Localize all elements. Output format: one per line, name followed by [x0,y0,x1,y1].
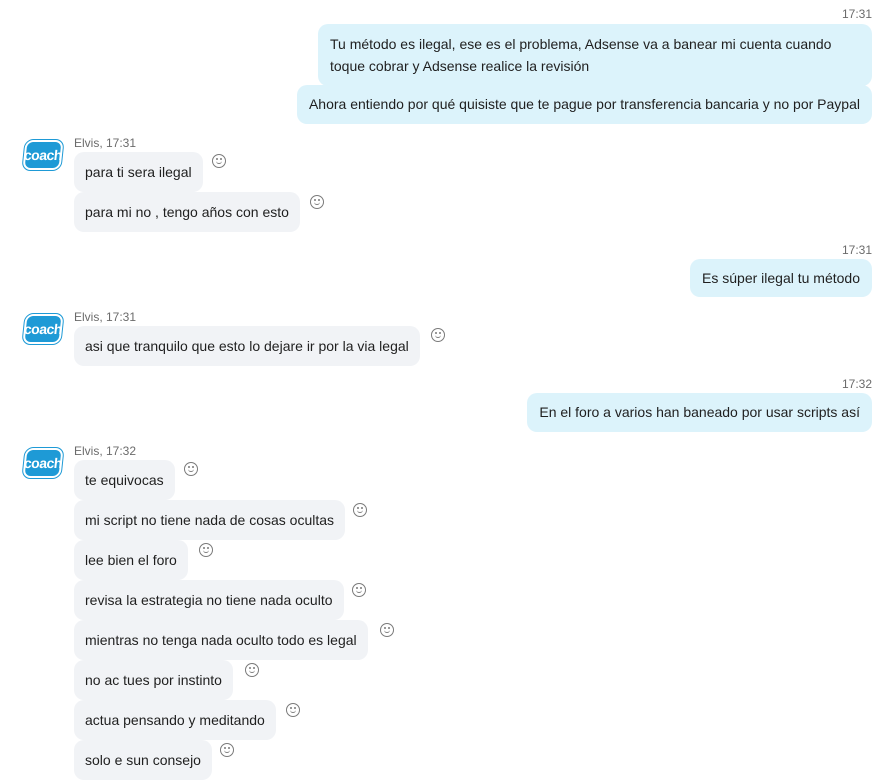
incoming-message[interactable]: actua pensando y meditando [74,700,276,740]
smiley-reaction-icon[interactable] [245,663,259,677]
outgoing-message[interactable]: En el foro a varios han baneado por usar… [527,393,872,432]
incoming-message[interactable]: para mi no , tengo años con esto [74,192,300,232]
smiley-reaction-icon[interactable] [184,462,198,476]
smiley-reaction-icon[interactable] [310,195,324,209]
incoming-message[interactable]: revisa la estrategia no tiene nada ocult… [74,580,344,620]
smiley-reaction-icon[interactable] [431,328,445,342]
timestamp: 17:31 [841,243,872,257]
timestamp: 17:32 [841,377,872,391]
coach-logo-icon[interactable]: coach [22,448,64,478]
sender-label: Elvis, 17:31 [74,136,137,150]
smiley-reaction-icon[interactable] [353,503,367,517]
coach-logo-icon[interactable]: coach [22,314,64,344]
smiley-reaction-icon[interactable] [286,703,300,717]
smiley-reaction-icon[interactable] [199,543,213,557]
sender-label: Elvis, 17:32 [74,444,137,458]
incoming-message[interactable]: asi que tranquilo que esto lo dejare ir … [74,326,420,366]
incoming-message[interactable]: mi script no tiene nada de cosas ocultas [74,500,346,540]
smiley-reaction-icon[interactable] [352,583,366,597]
timestamp: 17:31 [841,7,872,21]
smiley-reaction-icon[interactable] [212,154,226,168]
outgoing-message[interactable]: Es súper ilegal tu método [690,259,872,297]
coach-logo-icon[interactable]: coach [22,140,64,170]
outgoing-message[interactable]: Tu método es ilegal, ese es el problema,… [318,24,872,86]
incoming-message[interactable]: te equivocas [74,460,175,500]
incoming-message[interactable]: lee bien el foro [74,540,188,580]
incoming-message[interactable]: solo e sun consejo [74,740,212,780]
incoming-message[interactable]: no ac tues por instinto [74,660,233,700]
sender-label: Elvis, 17:31 [74,310,137,324]
incoming-message[interactable]: mientras no tenga nada oculto todo es le… [74,620,368,660]
smiley-reaction-icon[interactable] [220,743,234,757]
smiley-reaction-icon[interactable] [380,623,394,637]
outgoing-message[interactable]: Ahora entiendo por qué quisiste que te p… [296,85,872,124]
incoming-message[interactable]: para ti sera ilegal [74,152,203,192]
